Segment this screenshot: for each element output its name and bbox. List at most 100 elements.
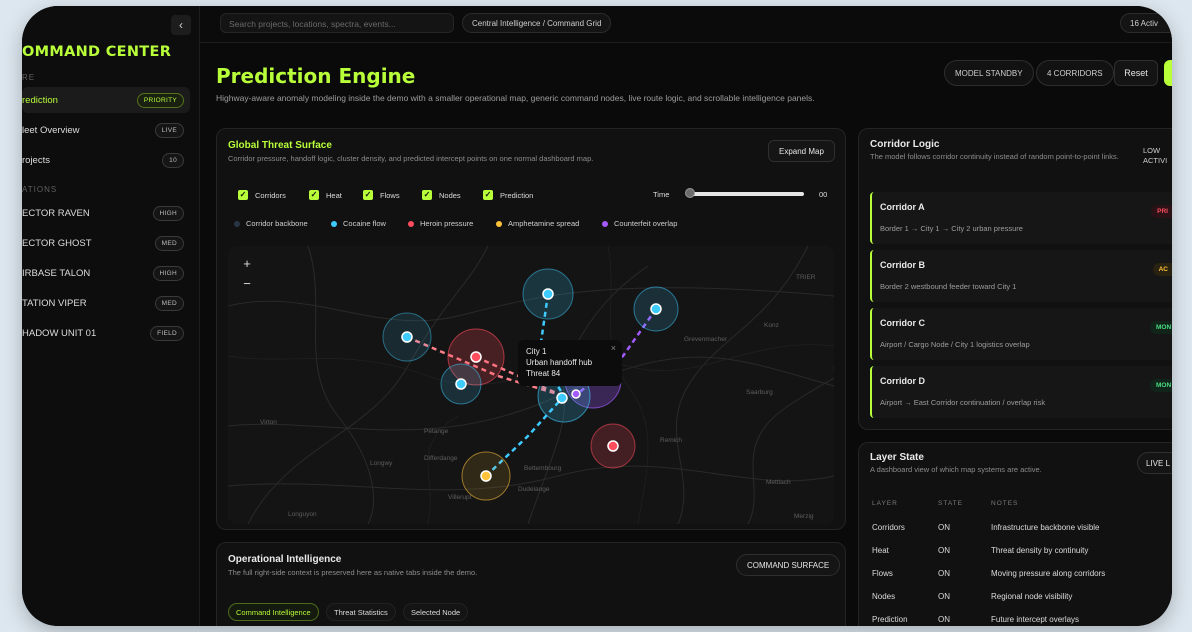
corridor-card-d[interactable]: Corridor D Airport → East Corridor conti… (870, 366, 1172, 418)
toggle-heat[interactable]: ✓ Heat (309, 190, 342, 200)
layer-name: Corridors (872, 523, 905, 532)
layer-state-subtitle: A dashboard view of which map systems ar… (870, 465, 1042, 474)
priority-tag: PRI (1151, 205, 1172, 218)
corridor-count-chip[interactable]: 4 CORRIDORS (1036, 60, 1114, 86)
legend-dot (331, 220, 337, 227)
live-badge: LIVE (154, 122, 184, 138)
popup-title: City 1 (526, 347, 547, 356)
sidebar-item-label: ECTOR RAVEN (22, 207, 90, 219)
corridor-card-c[interactable]: Corridor C Airport / Cargo Node / City 1… (870, 308, 1172, 360)
layer-state: ON (938, 569, 950, 578)
zoom-in-button[interactable]: + (238, 256, 256, 272)
status-badge: MED (154, 235, 184, 251)
active-count-badge: 16 Activ (1120, 13, 1172, 33)
toggle-label: Corridors (255, 190, 286, 200)
map-label: Virton (260, 419, 277, 426)
command-surface-button[interactable]: COMMAND SURFACE (736, 554, 841, 576)
popup-threat: Threat 84 (526, 369, 561, 378)
layer-state: ON (938, 546, 950, 555)
reset-button[interactable]: Reset (1114, 60, 1158, 86)
layer-state: ON (938, 523, 950, 532)
zoom-out-button[interactable]: − (238, 276, 256, 292)
corridor-name: Corridor B (880, 260, 925, 270)
search-input[interactable]: Search projects, locations, spectra, eve… (220, 13, 454, 33)
corridor-route: Airport → East Corridor continuation / o… (880, 398, 1046, 407)
breadcrumb[interactable]: Central Intelligence / Command Grid (462, 13, 612, 33)
node-city-1 (556, 392, 568, 404)
legend-dot (602, 220, 608, 227)
corridor-logic-subtitle: The model follows corridor continuity in… (870, 152, 1119, 161)
tab-selected-node[interactable]: Selected Node (403, 603, 469, 621)
corridor-name: Corridor D (880, 376, 925, 386)
checkbox-icon: ✓ (238, 190, 248, 200)
node-heroin-hub (470, 351, 482, 363)
sidebar-item-sector-ghost[interactable]: ECTOR GHOST MED (22, 230, 190, 256)
live-layers-chip[interactable]: LIVE L (1137, 452, 1172, 474)
expand-map-button[interactable]: Expand Map (768, 140, 835, 162)
sidebar-item-prediction[interactable]: rediction PRIORITY (22, 87, 190, 113)
tab-command-intelligence[interactable]: Command Intelligence (228, 603, 319, 621)
corridor-name: Corridor A (880, 202, 925, 212)
corridor-card-a[interactable]: Corridor A Border 1 → City 1 → City 2 ur… (870, 192, 1172, 244)
corridor-route: Airport / Cargo Node / City 1 logistics … (880, 340, 1030, 349)
toggle-label: Heat (326, 190, 342, 200)
layer-state: ON (938, 615, 950, 624)
model-status-chip[interactable]: MODEL STANDBY (944, 60, 1034, 86)
map-label: Longuyon (288, 511, 317, 518)
toggle-nodes[interactable]: ✓ Nodes (422, 190, 461, 200)
checkbox-icon: ✓ (309, 190, 319, 200)
count-badge: 10 (162, 152, 184, 168)
layer-notes: Threat density by continuity (991, 546, 1089, 555)
table-header-layer: LAYER (872, 500, 898, 507)
collapse-sidebar-button[interactable]: ‹ (171, 15, 191, 35)
checkbox-icon: ✓ (422, 190, 432, 200)
time-value: 00 (819, 190, 828, 199)
legend-heroin-pressure: Heroin pressure (408, 219, 473, 228)
legend-corridor-backbone: Corridor backbone (234, 219, 308, 228)
legend-dot (408, 220, 414, 227)
corridor-name: Corridor C (880, 318, 925, 328)
threat-map[interactable]: TRIER Grevenmacher Konz Saarburg Remich … (228, 246, 834, 524)
sidebar-item-label: rojects (22, 154, 50, 166)
sidebar-item-sector-raven[interactable]: ECTOR RAVEN HIGH (22, 200, 190, 226)
corridor-logic-title: Corridor Logic (870, 139, 940, 150)
tab-threat-statistics[interactable]: Threat Statistics (326, 603, 396, 621)
sidebar-item-station-viper[interactable]: TATION VIPER MED (22, 290, 190, 316)
corridor-card-b[interactable]: Corridor B Border 2 westbound feeder tow… (870, 250, 1172, 302)
node-west (401, 331, 413, 343)
time-slider-thumb[interactable] (685, 188, 695, 198)
page-title: Prediction Engine (216, 64, 416, 88)
activity-status: LOW ACTIVI (1143, 146, 1168, 165)
layer-state-title: Layer State (870, 452, 924, 463)
time-slider-track[interactable] (688, 192, 804, 196)
toggle-prediction[interactable]: ✓ Prediction (483, 190, 533, 200)
map-label: Grevenmacher (684, 336, 728, 343)
toggle-corridors[interactable]: ✓ Corridors (238, 190, 286, 200)
layer-notes: Regional node visibility (991, 592, 1073, 601)
node-east (607, 440, 619, 452)
map-label: Saarburg (746, 389, 773, 396)
node-north (542, 288, 554, 300)
chevron-left-icon: ‹ (179, 18, 183, 32)
sidebar-item-airbase-talon[interactable]: IRBASE TALON HIGH (22, 260, 190, 286)
legend-amphetamine-spread: Amphetamine spread (496, 219, 579, 228)
threat-surface-title: Global Threat Surface (228, 140, 332, 151)
legend-cocaine-flow: Cocaine flow (331, 219, 386, 228)
ops-intel-subtitle: The full right-side context is preserved… (228, 568, 478, 577)
legend-dot (234, 220, 240, 227)
brand-title: OMMAND CENTER (22, 44, 172, 60)
map-label: Longwy (370, 460, 393, 467)
sidebar-item-label: rediction (22, 94, 58, 106)
close-icon[interactable]: × (611, 343, 616, 354)
map-label: Pétange (424, 428, 449, 435)
layer-notes: Moving pressure along corridors (991, 569, 1106, 578)
sidebar-item-shadow-unit[interactable]: HADOW UNIT 01 FIELD (22, 320, 190, 346)
toggle-flows[interactable]: ✓ Flows (363, 190, 400, 200)
checkbox-icon: ✓ (483, 190, 493, 200)
primary-action-button[interactable] (1164, 60, 1172, 86)
sidebar-item-projects[interactable]: rojects 10 (22, 147, 190, 173)
legend-label: Cocaine flow (343, 219, 386, 228)
sidebar-item-fleet-overview[interactable]: leet Overview LIVE (22, 117, 190, 143)
layer-state: ON (938, 592, 950, 601)
nav-section-core: RE (22, 73, 36, 82)
